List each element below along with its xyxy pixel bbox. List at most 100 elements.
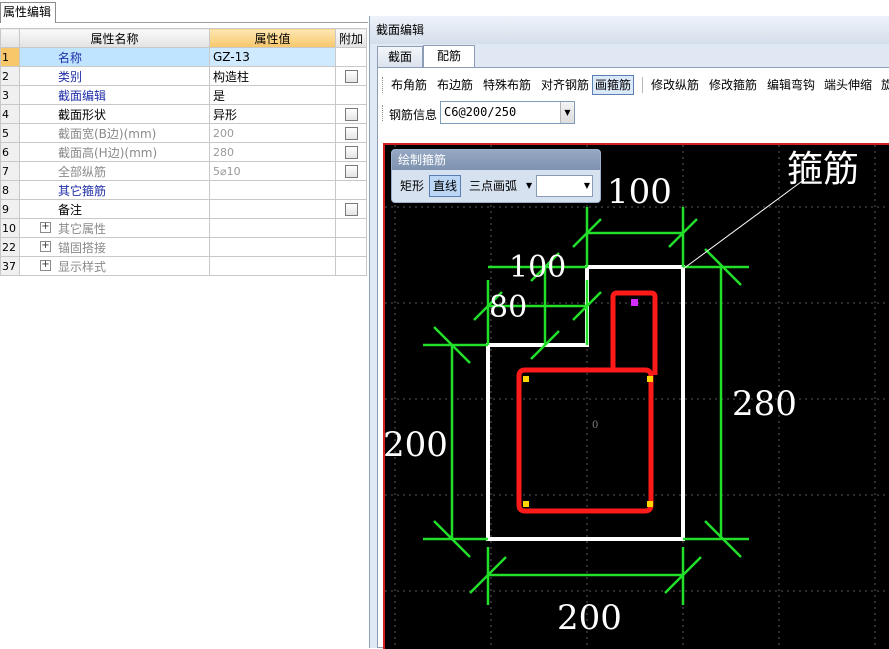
callout-leader <box>682 178 806 270</box>
corner-bar[interactable] <box>523 376 529 382</box>
draw-stirrup-palette[interactable]: 绘制箍筋 矩形 直线 三点画弧 ▼ ▼ <box>391 149 601 203</box>
property-name-label: 名称 <box>58 50 83 65</box>
extra-checkbox[interactable] <box>344 108 358 121</box>
property-extra <box>335 142 367 162</box>
hook-bar[interactable] <box>631 299 638 306</box>
draw-stirrup-button[interactable]: 画箍筋 <box>592 75 635 95</box>
property-value[interactable]: 5⌀10 <box>209 161 336 181</box>
table-row[interactable]: 6 截面高(H边)(mm) 280 <box>0 142 367 162</box>
edge-bar-button[interactable]: 布边筋 <box>434 75 476 95</box>
corner-bar[interactable] <box>523 501 529 507</box>
property-value[interactable]: 是 <box>209 85 336 105</box>
edit-stirrup-button[interactable]: 修改箍筋 <box>706 75 760 95</box>
property-name-label: 全部纵筋 <box>58 164 107 179</box>
row-number[interactable]: 9 <box>0 199 20 219</box>
row-number[interactable]: 5 <box>0 123 20 143</box>
tab-section[interactable]: 截面 <box>377 46 423 67</box>
row-number[interactable]: 10 <box>0 218 20 238</box>
align-bar-button[interactable]: 对齐钢筋 <box>538 75 592 95</box>
header-extra[interactable]: 附加 <box>335 28 367 48</box>
property-name-label: 显示样式 <box>58 259 107 274</box>
table-header-row: 属性名称 属性值 附加 <box>0 28 367 48</box>
property-value[interactable] <box>209 256 336 276</box>
expand-plus-icon[interactable]: + <box>40 221 51 233</box>
rebar-info-combo[interactable]: C6@200/250 ▼ <box>440 101 575 124</box>
tab-reinforcement[interactable]: 配筋 <box>423 45 475 67</box>
tab-property-editor[interactable]: 属性编辑 <box>0 2 56 23</box>
property-value[interactable]: GZ-13 <box>209 47 336 67</box>
property-value[interactable]: 异形 <box>209 104 336 124</box>
stirrup-main-loop[interactable] <box>516 367 654 514</box>
row-number[interactable]: 2 <box>0 66 20 86</box>
table-row[interactable]: 2 类别 构造柱 <box>0 66 367 86</box>
expand-plus-icon[interactable]: + <box>40 259 51 271</box>
expand-plus-icon[interactable]: + <box>40 240 51 252</box>
property-value[interactable] <box>209 180 336 200</box>
property-value[interactable]: 200 <box>209 123 336 143</box>
table-row[interactable]: 37 + 显示样式 <box>0 256 367 276</box>
row-number[interactable]: 37 <box>0 256 20 276</box>
property-name: 截面编辑 <box>19 85 210 105</box>
drawing-canvas[interactable]: 100 100 80 280 200 200 箍筋 0 绘制箍筋 矩形 直线 三… <box>383 143 889 649</box>
canvas-grid <box>385 145 889 649</box>
property-value[interactable] <box>209 199 336 219</box>
table-row[interactable]: 4 截面形状 异形 <box>0 104 367 124</box>
edit-hook-button[interactable]: 编辑弯钩 <box>764 75 818 95</box>
property-name: 其它箍筋 <box>19 180 210 200</box>
toolbar-separator <box>642 77 643 93</box>
extra-checkbox[interactable] <box>344 203 358 216</box>
special-bar-button[interactable]: 特殊布筋 <box>480 75 534 95</box>
property-name-label: 截面形状 <box>58 107 107 122</box>
table-row[interactable]: 9 备注 <box>0 199 367 219</box>
toolbar-grip[interactable] <box>382 105 384 121</box>
table-row[interactable]: 7 全部纵筋 5⌀10 <box>0 161 367 181</box>
corner-bar[interactable] <box>647 376 653 382</box>
property-extra <box>335 66 367 86</box>
extra-checkbox[interactable] <box>344 146 358 159</box>
toolbar-grip[interactable] <box>382 77 384 93</box>
row-number[interactable]: 1 <box>0 47 20 67</box>
section-drawing[interactable]: 100 100 80 280 200 200 箍筋 0 <box>385 145 889 649</box>
table-row[interactable]: 3 截面编辑 是 <box>0 85 367 105</box>
table-row[interactable]: 8 其它箍筋 <box>0 180 367 200</box>
row-number[interactable]: 22 <box>0 237 20 257</box>
property-extra <box>335 199 367 219</box>
row-number[interactable]: 7 <box>0 161 20 181</box>
row-number[interactable]: 6 <box>0 142 20 162</box>
row-number[interactable]: 8 <box>0 180 20 200</box>
palette-title[interactable]: 绘制箍筋 <box>392 150 600 170</box>
edit-long-bar-button[interactable]: 修改纵筋 <box>648 75 702 95</box>
property-name: 备注 <box>19 199 210 219</box>
extra-checkbox[interactable] <box>344 127 358 140</box>
row-number[interactable]: 3 <box>0 85 20 105</box>
dim-right-280-text: 280 <box>732 384 797 424</box>
end-stretch-button[interactable]: 端头伸缩 <box>821 75 875 95</box>
line-mode-button[interactable]: 直线 <box>429 175 462 197</box>
property-value[interactable]: 构造柱 <box>209 66 336 86</box>
corner-bar-button[interactable]: 布角筋 <box>388 75 430 95</box>
property-name: 截面形状 <box>19 104 210 124</box>
row-number[interactable]: 4 <box>0 104 20 124</box>
palette-combo[interactable]: ▼ <box>536 175 593 197</box>
corner-bar[interactable] <box>647 501 653 507</box>
rectangle-mode-button[interactable]: 矩形 <box>396 175 428 197</box>
property-extra <box>335 256 367 276</box>
table-row[interactable]: 1 名称 GZ-13 <box>0 47 367 67</box>
header-value[interactable]: 属性值 <box>209 28 336 48</box>
chevron-down-icon[interactable]: ▼ <box>526 181 532 190</box>
rotate-button[interactable]: 旋 <box>878 75 889 95</box>
section-editor: 截面编辑 截面 配筋 布角筋 布边筋 特殊布筋 对齐钢筋 画箍筋 修改纵筋 修改… <box>369 16 889 649</box>
extra-checkbox[interactable] <box>344 70 358 83</box>
property-value[interactable]: 280 <box>209 142 336 162</box>
table-row[interactable]: 5 截面宽(B边)(mm) 200 <box>0 123 367 143</box>
table-row[interactable]: 10 + 其它属性 <box>0 218 367 238</box>
extra-checkbox[interactable] <box>344 165 358 178</box>
property-value[interactable] <box>209 237 336 257</box>
dimension-lines <box>423 207 749 605</box>
table-row[interactable]: 22 + 锚固搭接 <box>0 237 367 257</box>
chevron-down-icon[interactable]: ▼ <box>560 102 574 123</box>
header-name[interactable]: 属性名称 <box>19 28 210 48</box>
chevron-down-icon[interactable]: ▼ <box>584 181 590 190</box>
arc-mode-button[interactable]: 三点画弧 <box>465 175 521 197</box>
property-value[interactable] <box>209 218 336 238</box>
